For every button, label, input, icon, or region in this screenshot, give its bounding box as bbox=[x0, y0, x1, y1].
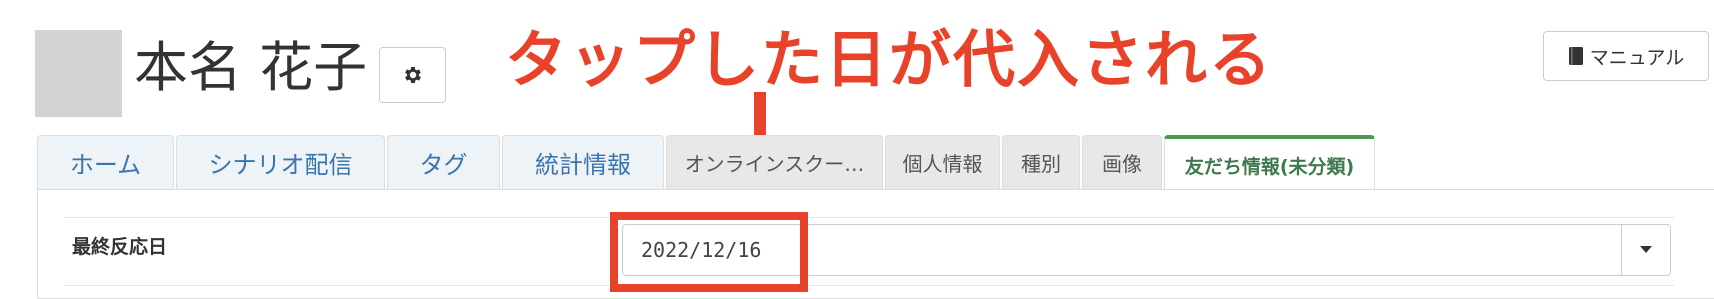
gear-icon bbox=[404, 67, 421, 83]
manual-label: マニュアル bbox=[1589, 46, 1685, 69]
tab-tag[interactable]: タグ bbox=[387, 135, 500, 189]
tab-home[interactable]: ホーム bbox=[37, 135, 174, 189]
manual-button[interactable]: マニュアル bbox=[1543, 31, 1709, 81]
tab-scenario[interactable]: シナリオ配信 bbox=[176, 135, 385, 189]
settings-button[interactable] bbox=[379, 47, 446, 103]
tab-image[interactable]: 画像 bbox=[1082, 135, 1162, 189]
caret-down-icon bbox=[1640, 246, 1652, 253]
row-divider bbox=[64, 285, 1674, 286]
tab-personal-info[interactable]: 個人情報 bbox=[885, 135, 1000, 189]
annotation-text: タップした日が代入される bbox=[505, 23, 1274, 96]
dropdown-toggle[interactable] bbox=[1621, 225, 1670, 275]
tab-statistics[interactable]: 統計情報 bbox=[502, 135, 664, 189]
user-name: 本名 花子 bbox=[134, 36, 368, 99]
field-label: 最終反応日 bbox=[72, 236, 168, 258]
tab-type[interactable]: 種別 bbox=[1002, 135, 1080, 189]
tab-friend-info[interactable]: 友だち情報(未分類) bbox=[1164, 135, 1375, 191]
row-divider bbox=[64, 217, 1674, 218]
tab-online-school[interactable]: オンラインスクー… bbox=[666, 135, 883, 189]
book-icon bbox=[1568, 47, 1583, 65]
avatar bbox=[35, 30, 122, 117]
annotation-highlight-box bbox=[610, 212, 808, 292]
